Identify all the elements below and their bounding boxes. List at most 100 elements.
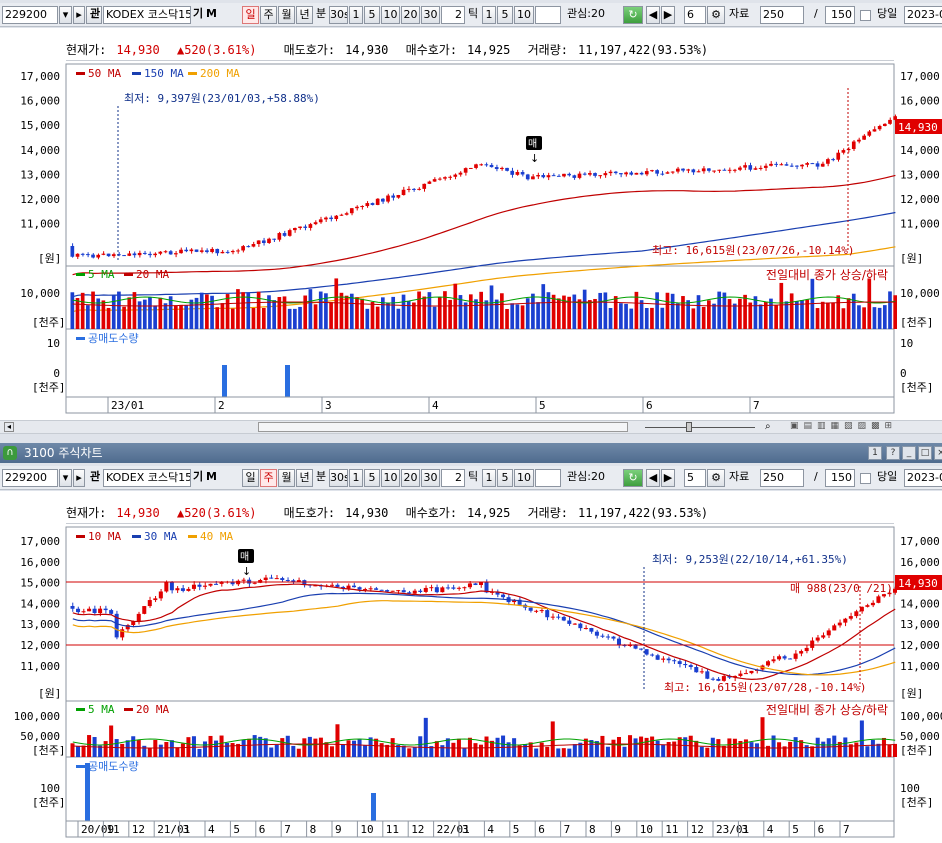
x-axis-label: 4 bbox=[767, 823, 774, 836]
x-axis-label: 4 bbox=[487, 823, 494, 836]
count2-input[interactable]: 150 bbox=[825, 6, 855, 24]
volume-bar bbox=[127, 297, 132, 329]
volume-bar bbox=[302, 738, 307, 757]
zoom-slider[interactable] bbox=[645, 427, 755, 428]
candle-down bbox=[551, 175, 556, 177]
date-input-2[interactable]: 2023-0 bbox=[904, 469, 942, 487]
period-min-2[interactable]: 분 bbox=[314, 469, 328, 487]
tick-10-2[interactable]: 10 bbox=[514, 469, 534, 487]
candle-up bbox=[583, 628, 588, 630]
volume-bar bbox=[843, 737, 848, 757]
min-5[interactable]: 5 bbox=[364, 6, 380, 24]
min-1[interactable]: 1 bbox=[349, 6, 363, 24]
period-min[interactable]: 분 bbox=[314, 6, 328, 24]
stock-code-input-2[interactable]: 229200 bbox=[2, 469, 58, 487]
period-day[interactable]: 일 bbox=[242, 6, 259, 24]
gi-button-2[interactable]: 기 bbox=[191, 469, 203, 487]
min-10-2[interactable]: 10 bbox=[381, 469, 400, 487]
min-30[interactable]: 30 bbox=[421, 6, 440, 24]
min-1-2[interactable]: 1 bbox=[349, 469, 363, 487]
candle-up bbox=[329, 584, 334, 586]
min-5-2[interactable]: 5 bbox=[364, 469, 380, 487]
tick-5[interactable]: 5 bbox=[497, 6, 513, 24]
x-axis-label: 5 bbox=[513, 823, 520, 836]
period-week[interactable]: 주 bbox=[260, 6, 277, 24]
settings-icon[interactable]: ⚙ bbox=[707, 6, 725, 24]
m-button[interactable]: M bbox=[204, 6, 216, 24]
window-minimize-icon[interactable]: _ bbox=[902, 446, 916, 460]
next-arrow-icon[interactable]: ▶ bbox=[661, 6, 675, 24]
gi-button[interactable]: 기 bbox=[191, 6, 203, 24]
next-icon-2[interactable]: ▸ bbox=[73, 469, 85, 487]
window-close-icon[interactable]: × bbox=[934, 446, 942, 460]
bottom-chart-canvas[interactable]: 17,00017,00016,00016,00015,00015,00014,0… bbox=[0, 491, 942, 843]
volume-bar bbox=[396, 308, 401, 329]
chart-tools-icon[interactable]: ▣▤▥▦▧▨▩⊞ bbox=[790, 421, 897, 431]
volume-bar bbox=[246, 292, 251, 329]
chart-scrollbar[interactable]: ◂ ⌕ ▣▤▥▦▧▨▩⊞ bbox=[0, 420, 942, 434]
tick-input-2[interactable] bbox=[535, 469, 561, 487]
spin-input[interactable]: 6 bbox=[684, 6, 706, 24]
scroll-thumb[interactable] bbox=[258, 422, 628, 432]
m-button-2[interactable]: M bbox=[204, 469, 216, 487]
zoom-handle[interactable] bbox=[686, 422, 692, 432]
min-20-2[interactable]: 20 bbox=[401, 469, 420, 487]
next-arrow-icon-2[interactable]: ▶ bbox=[661, 469, 675, 487]
count2-input-2[interactable]: 150 bbox=[825, 469, 855, 487]
volume-bar bbox=[665, 292, 670, 329]
short-legend-swatch bbox=[76, 765, 85, 768]
code-dropdown-icon-2[interactable]: ▾ bbox=[59, 469, 72, 487]
code-dropdown-icon[interactable]: ▾ bbox=[59, 6, 72, 24]
fav-label[interactable]: 관 bbox=[88, 6, 102, 24]
prev-icon[interactable]: ◀ bbox=[646, 6, 660, 24]
scroll-left-icon[interactable]: ◂ bbox=[4, 422, 14, 432]
count-select-2[interactable]: 250 bbox=[760, 469, 804, 487]
price-tick-label: 16,000 bbox=[20, 95, 60, 108]
settings-icon-2[interactable]: ⚙ bbox=[707, 469, 725, 487]
refresh-icon-2[interactable]: ↻ bbox=[623, 469, 643, 487]
count-select[interactable]: 250 bbox=[760, 6, 804, 24]
period-month[interactable]: 월 bbox=[278, 6, 295, 24]
price-tick-label: 14,000 bbox=[20, 144, 60, 157]
tick-input[interactable] bbox=[535, 6, 561, 24]
candle-down bbox=[600, 635, 605, 637]
fav-label-2[interactable]: 관 bbox=[88, 469, 102, 487]
min-30s-2[interactable]: 30s bbox=[329, 469, 348, 487]
volume-bar bbox=[541, 284, 546, 329]
date-input[interactable]: 2023-0 bbox=[904, 6, 942, 24]
candle-down bbox=[261, 240, 266, 244]
tick-1[interactable]: 1 bbox=[482, 6, 496, 24]
period-month-2[interactable]: 월 bbox=[278, 469, 295, 487]
stock-code-input[interactable]: 229200 bbox=[2, 6, 58, 24]
volume-bar bbox=[451, 742, 456, 757]
tick-10[interactable]: 10 bbox=[514, 6, 534, 24]
min-20[interactable]: 20 bbox=[401, 6, 420, 24]
top-chart-canvas[interactable]: 17,00017,00016,00016,00015,00015,00014,0… bbox=[0, 28, 942, 420]
window-restore-icon[interactable]: □ bbox=[918, 446, 932, 460]
vol-legend-label: 5 MA bbox=[88, 268, 115, 281]
vol-tick-label: 100,000 bbox=[14, 710, 60, 723]
prev-icon-2[interactable]: ◀ bbox=[646, 469, 660, 487]
tick-value[interactable]: 2 bbox=[441, 6, 465, 24]
next-icon[interactable]: ▸ bbox=[73, 6, 85, 24]
dangil-checkbox-2[interactable] bbox=[860, 473, 871, 484]
period-year-2[interactable]: 년 bbox=[296, 469, 313, 487]
window-info-icon[interactable]: 1 bbox=[868, 446, 882, 460]
tick-5-2[interactable]: 5 bbox=[497, 469, 513, 487]
dangil-checkbox[interactable] bbox=[860, 10, 871, 21]
tick-value-2[interactable]: 2 bbox=[441, 469, 465, 487]
tick-1-2[interactable]: 1 bbox=[482, 469, 496, 487]
candle-up bbox=[753, 168, 758, 170]
window-help-icon[interactable]: ? bbox=[886, 446, 900, 460]
min-30s[interactable]: 30s bbox=[329, 6, 348, 24]
min-10[interactable]: 10 bbox=[381, 6, 400, 24]
period-day-2[interactable]: 일 bbox=[242, 469, 259, 487]
refresh-icon[interactable]: ↻ bbox=[623, 6, 643, 24]
volume-bar bbox=[163, 303, 168, 329]
spin-input-2[interactable]: 5 bbox=[684, 469, 706, 487]
volume-bar bbox=[661, 744, 666, 757]
period-year[interactable]: 년 bbox=[296, 6, 313, 24]
zoom-icon[interactable]: ⌕ bbox=[765, 421, 771, 432]
period-week-2[interactable]: 주 bbox=[260, 469, 277, 487]
min-30-2[interactable]: 30 bbox=[421, 469, 440, 487]
